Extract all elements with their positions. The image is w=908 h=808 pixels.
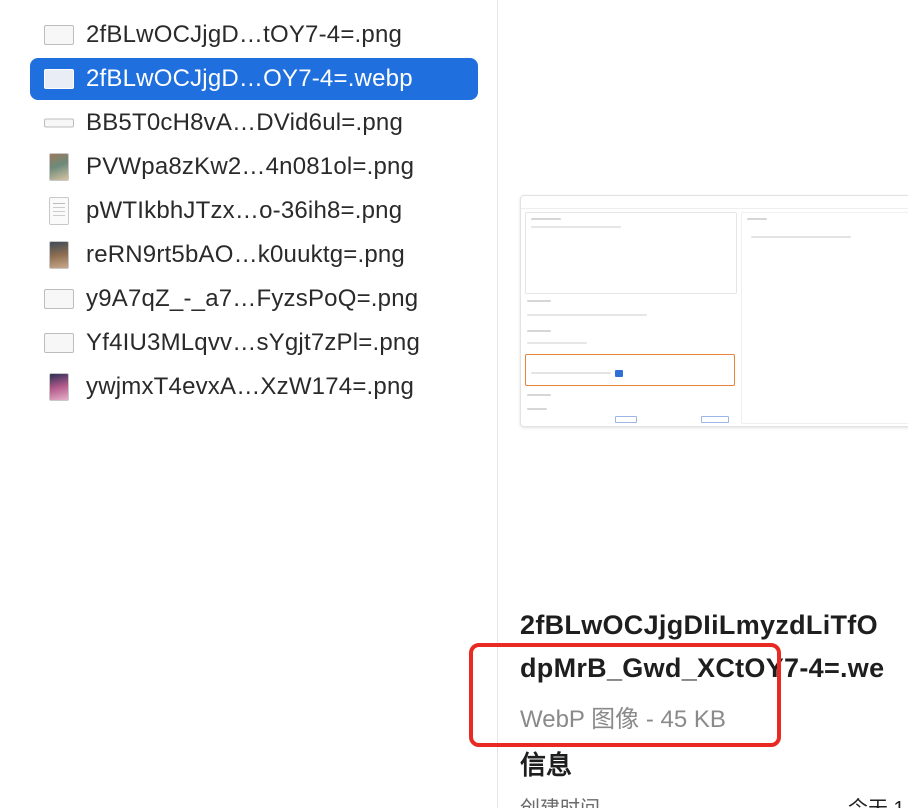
preview-image-line [527, 342, 587, 344]
photo-thumbnail-icon [49, 153, 69, 181]
file-name: Yf4IU3MLqvv…sYgjt7zPl=.png [86, 329, 421, 356]
file-row[interactable]: Yf4IU3MLqvv…sYgjt7zPl=.png [30, 322, 478, 364]
file-name: PVWpa8zKw2…4n081ol=.png [86, 153, 415, 180]
image-thumbnail-icon [44, 333, 74, 353]
file-name: y9A7qZ_-_a7…FyzsPoQ=.png [86, 285, 419, 312]
file-row[interactable]: pWTIkbhJTzx…o-36ih8=.png [30, 190, 478, 232]
preview-file-kind: WebP 图像 - 45 KB [520, 706, 726, 733]
file-row[interactable]: BB5T0cH8vA…DVid6ul=.png [30, 102, 478, 144]
preview-image-topbar [521, 196, 908, 209]
file-name: pWTIkbhJTzx…o-36ih8=.png [86, 197, 403, 224]
info-heading: 信息 [520, 750, 573, 780]
photo-thumbnail-icon [49, 373, 69, 401]
preview-pane: 2fBLwOCJjgDIiLmyzdLiTfO dpMrB_Gwd_XCtOY7… [498, 0, 908, 808]
created-label: 创建时间 [520, 792, 600, 808]
created-value: 今天 1 [848, 792, 905, 808]
image-thumbnail-icon [44, 118, 74, 128]
file-name: BB5T0cH8vA…DVid6ul=.png [86, 109, 403, 136]
file-row[interactable]: reRN9rt5bAO…k0uuktg=.png [30, 234, 478, 276]
file-row[interactable]: PVWpa8zKw2…4n081ol=.png [30, 146, 478, 188]
file-row[interactable]: ywjmxT4evxA…XzW174=.png [30, 366, 478, 408]
preview-image-line [527, 394, 551, 396]
preview-image[interactable] [520, 195, 908, 427]
preview-image-line [531, 218, 561, 220]
file-name: 2fBLwOCJjgD…tOY7-4=.png [86, 21, 403, 48]
photo-thumbnail-icon [49, 241, 69, 269]
preview-image-line [527, 330, 551, 332]
preview-image-line [527, 314, 647, 316]
image-thumbnail-icon [44, 289, 74, 309]
file-name: reRN9rt5bAO…k0uuktg=.png [86, 241, 405, 268]
preview-file-name: 2fBLwOCJjgDIiLmyzdLiTfO [520, 610, 878, 640]
file-name: ywjmxT4evxA…XzW174=.png [86, 373, 415, 400]
finder-window: 2fBLwOCJjgD…tOY7-4=.png 2fBLwOCJjgD…OY7-… [0, 0, 908, 808]
preview-file-name: dpMrB_Gwd_XCtOY7-4=.we [520, 653, 885, 683]
preview-image-panel [525, 212, 737, 294]
preview-image-line [751, 236, 851, 238]
preview-image-line [531, 372, 611, 374]
image-thumbnail-icon [44, 69, 74, 89]
preview-image-line [527, 300, 551, 302]
preview-image-line [747, 218, 767, 220]
image-thumbnail-icon [44, 25, 74, 45]
preview-image-line [527, 408, 547, 410]
file-row[interactable]: 2fBLwOCJjgD…tOY7-4=.png [30, 14, 478, 56]
preview-image-highlight [525, 354, 735, 386]
preview-image-toggle [615, 370, 623, 377]
file-name: 2fBLwOCJjgD…OY7-4=.webp [86, 65, 413, 92]
file-row[interactable]: y9A7qZ_-_a7…FyzsPoQ=.png [30, 278, 478, 320]
preview-image-panel [741, 212, 908, 424]
preview-image-line [531, 226, 621, 228]
file-list: 2fBLwOCJjgD…tOY7-4=.png 2fBLwOCJjgD…OY7-… [0, 0, 496, 808]
preview-image-button [701, 416, 729, 423]
file-row-selected[interactable]: 2fBLwOCJjgD…OY7-4=.webp [30, 58, 478, 100]
document-thumbnail-icon [49, 197, 69, 225]
preview-image-button [615, 416, 637, 423]
